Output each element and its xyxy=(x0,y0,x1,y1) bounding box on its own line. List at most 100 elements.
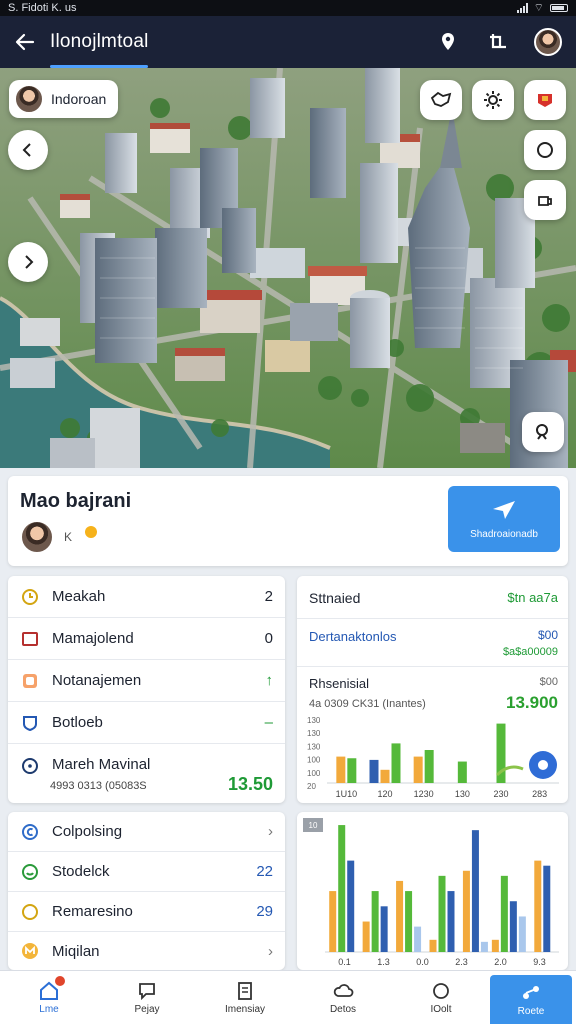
clock-icon xyxy=(20,587,40,607)
stats-row-value: $00 xyxy=(537,628,558,642)
map-tag-button[interactable] xyxy=(420,80,462,120)
navigate-button[interactable]: Shadroaionadb xyxy=(448,486,560,552)
divider xyxy=(297,666,568,667)
nav-label: Imensiay xyxy=(224,1003,265,1015)
list-item[interactable]: Colpolsing › xyxy=(8,812,285,852)
place-avatar xyxy=(20,520,54,554)
list-item[interactable]: Mareh Mavinal 4993 0313 (05083S 13.50 xyxy=(8,744,285,803)
status-dot xyxy=(85,526,97,538)
list-item-value: 13.50 xyxy=(227,774,273,794)
stats-row-label: Rhsenisial xyxy=(309,676,369,691)
zoom-icon xyxy=(536,424,548,440)
list-item-label: Botloeb xyxy=(52,714,103,731)
bar xyxy=(414,926,422,952)
map-settings-button[interactable] xyxy=(472,80,514,120)
bar xyxy=(347,860,355,952)
stats-card: Sttnaied $tn aa7a Dertanaktonlos $00 $a$… xyxy=(297,576,568,803)
list-item[interactable]: Miqilan › xyxy=(8,932,285,970)
bar xyxy=(371,891,379,952)
gear-icon xyxy=(484,91,502,109)
x-tick-label: 1U10 xyxy=(336,789,358,799)
crop-button[interactable] xyxy=(480,24,516,60)
list-item-label: Colpolsing xyxy=(52,823,123,840)
list-item[interactable]: Botloeb – xyxy=(8,702,285,744)
chart-title: 10 xyxy=(309,821,318,830)
tag-icon xyxy=(430,91,452,107)
stats-row-value: $a$a00009 xyxy=(502,646,558,658)
signal-icon xyxy=(516,3,528,13)
nav-item-cloud[interactable]: Detos xyxy=(294,971,392,1024)
map-bookmark-button[interactable] xyxy=(524,80,566,120)
bar-chart: 10 0.1 1.3 0.0 2.3 2.0 9.3 xyxy=(303,818,559,967)
list-item[interactable]: Meakah 2 xyxy=(8,576,285,618)
chevron-right-icon xyxy=(25,255,34,269)
list-item[interactable]: Remaresino 29 xyxy=(8,892,285,932)
map-prev-button[interactable] xyxy=(8,130,48,170)
profile-button[interactable] xyxy=(530,24,566,60)
map-share-button[interactable] xyxy=(524,180,566,220)
nav-item-home[interactable]: Lme xyxy=(0,971,98,1024)
nav-item-circle[interactable]: IOolt xyxy=(392,971,490,1024)
place-sub: K xyxy=(64,530,73,544)
list-item-label: Notanajemen xyxy=(52,672,142,689)
map-zoom-button[interactable] xyxy=(522,412,564,452)
x-tick-label: 283 xyxy=(532,789,547,799)
nav-item-route[interactable]: Roete xyxy=(490,975,572,1024)
map-next-button[interactable] xyxy=(8,242,48,282)
stats-row-label: Sttnaied xyxy=(309,590,361,606)
list-item-value: 0 xyxy=(264,630,273,647)
divider xyxy=(297,618,568,619)
list-item-value: – xyxy=(264,714,273,731)
bar xyxy=(338,825,346,952)
nav-item-chat[interactable]: Pejay xyxy=(98,971,196,1024)
nav-label: Detos xyxy=(329,1003,357,1015)
bar-chart: 130 130 130 100 100 20 1U10 120 1230 130 230 283 xyxy=(307,716,559,799)
status-text: S. Fidoti K. us xyxy=(8,2,77,14)
y-tick-label: 130 xyxy=(307,729,321,738)
list-item-label: Miqilan xyxy=(52,942,100,960)
list-item[interactable]: Notanajemen ↑ xyxy=(8,660,285,702)
bar xyxy=(405,891,413,952)
bar xyxy=(500,875,508,952)
smile-icon xyxy=(20,862,40,882)
location-chip[interactable]: Indoroan xyxy=(9,80,119,118)
battery-icon xyxy=(550,4,568,12)
chart-fab-dot xyxy=(538,760,548,770)
list-item-value: 29 xyxy=(256,903,273,920)
navigate-button-label: Shadroaionadb xyxy=(470,528,538,540)
bar xyxy=(509,901,517,952)
stats-list: Meakah 2 Mamajolend 0 Notanajemen ↑ Botl… xyxy=(8,576,285,803)
list-item-value: 22 xyxy=(256,863,273,880)
map-layer-button[interactable] xyxy=(524,130,566,170)
x-tick-label: 2.3 xyxy=(455,957,468,967)
back-button[interactable] xyxy=(0,16,50,68)
map-view[interactable]: Indoroan xyxy=(0,68,576,468)
bar xyxy=(413,756,423,783)
app-bar: Ilonojlmtoal xyxy=(0,16,576,68)
nav-item-document[interactable]: Imensiay xyxy=(196,971,294,1024)
status-icons: ⌔ xyxy=(516,1,568,15)
x-tick-label: 130 xyxy=(455,789,470,799)
route-icon xyxy=(523,985,539,999)
list-item-label: Remaresino xyxy=(52,903,133,920)
x-tick-label: 9.3 xyxy=(533,957,546,967)
bar xyxy=(457,761,467,783)
list-item[interactable]: Mamajolend 0 xyxy=(8,618,285,660)
pin-icon xyxy=(20,756,40,776)
y-tick-label: 100 xyxy=(307,769,321,778)
bar xyxy=(329,891,337,952)
nav-label: IOolt xyxy=(430,1003,452,1015)
card-icon xyxy=(20,629,40,649)
place-button[interactable] xyxy=(430,24,466,60)
share-icon xyxy=(538,196,552,206)
y-tick-label: 130 xyxy=(307,742,321,751)
status-bar: S. Fidoti K. us ⌔ xyxy=(0,0,576,16)
bar xyxy=(480,941,488,952)
bar xyxy=(447,891,455,952)
nav-label: Pejay xyxy=(134,1003,160,1015)
location-label: Indoroan xyxy=(51,91,107,107)
y-tick-label: 130 xyxy=(307,716,321,725)
x-tick-label: 2.0 xyxy=(494,957,507,967)
bar xyxy=(429,939,437,952)
list-item[interactable]: Stodelck 22 xyxy=(8,852,285,892)
